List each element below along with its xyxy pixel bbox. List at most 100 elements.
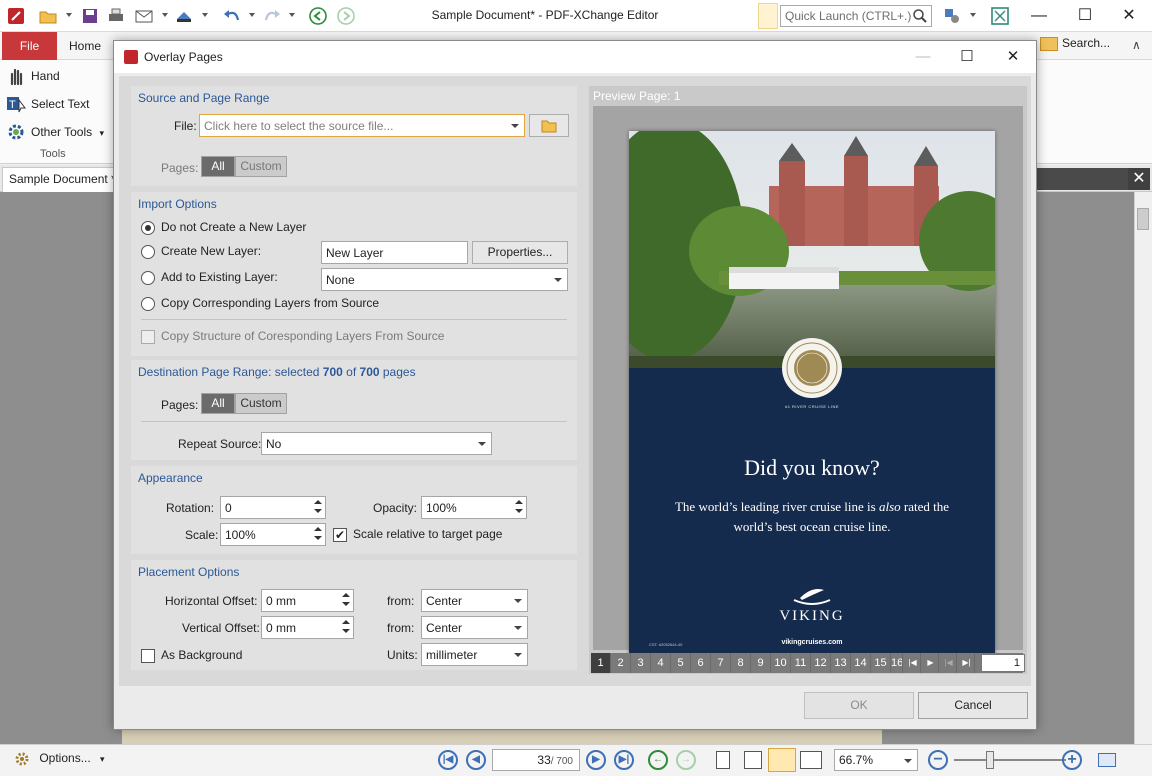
- fullscreen-icon[interactable]: [988, 5, 1012, 27]
- document-tab[interactable]: Sample Document *: [2, 167, 114, 192]
- settings-icon[interactable]: [940, 5, 964, 27]
- repeat-source-select[interactable]: No: [261, 432, 492, 455]
- next-page-icon[interactable]: ▶: [586, 750, 606, 770]
- destination-pages-all[interactable]: All: [201, 393, 235, 414]
- scrollbar-thumb[interactable]: [1137, 208, 1149, 230]
- maximize-button[interactable]: ☐: [1062, 0, 1108, 32]
- radio-add-existing-layer[interactable]: [141, 271, 155, 285]
- scale-input[interactable]: 100%: [220, 523, 326, 546]
- preview-page-input[interactable]: 1: [981, 654, 1025, 672]
- preview-page-button[interactable]: 13: [831, 653, 851, 673]
- ribbon-collapse-icon[interactable]: ∧: [1132, 38, 1141, 52]
- preview-page-button[interactable]: 12: [811, 653, 831, 673]
- zoom-select[interactable]: 66.7%: [834, 749, 918, 771]
- scale-relative-checkbox[interactable]: ✔: [333, 528, 347, 542]
- preview-page-button[interactable]: 15: [871, 653, 891, 673]
- facing-pages-icon[interactable]: [768, 748, 796, 772]
- select-text-button[interactable]: T Select Text: [4, 92, 89, 116]
- open-folder-icon[interactable]: [36, 5, 60, 27]
- email-icon[interactable]: [132, 5, 156, 27]
- first-page-icon[interactable]: |◀: [438, 750, 458, 770]
- zoom-out-icon[interactable]: −: [928, 750, 948, 770]
- close-document-button[interactable]: ✕: [1128, 168, 1150, 190]
- scale-spinner-icon[interactable]: [312, 525, 324, 544]
- v-offset-input[interactable]: 0 mm: [261, 616, 354, 639]
- preview-page-button[interactable]: 1: [591, 653, 611, 673]
- pager-skip-icon[interactable]: |◀: [941, 653, 957, 673]
- zoom-slider-knob[interactable]: [986, 751, 994, 769]
- last-page-icon[interactable]: ▶|: [614, 750, 634, 770]
- h-offset-spinner-icon[interactable]: [340, 591, 352, 610]
- hand-tool-button[interactable]: Hand: [4, 64, 60, 88]
- quick-launch-input[interactable]: Quick Launch (CTRL+.): [780, 5, 932, 27]
- source-file-combo[interactable]: Click here to select the source file...: [199, 114, 525, 137]
- page-number-input[interactable]: 33/ 700: [492, 749, 580, 771]
- email-dropdown-icon[interactable]: [162, 13, 168, 17]
- pager-first-icon[interactable]: |◀: [905, 653, 921, 673]
- rotation-input[interactable]: 0: [220, 496, 326, 519]
- minimize-button[interactable]: —: [1016, 0, 1062, 32]
- view-panel-icon[interactable]: [1098, 753, 1116, 767]
- tab-home[interactable]: Home: [62, 32, 108, 60]
- v-from-select[interactable]: Center: [421, 616, 528, 639]
- forward-nav-icon[interactable]: [334, 5, 358, 27]
- open-dropdown-icon[interactable]: [66, 13, 72, 17]
- undo-icon[interactable]: [220, 5, 244, 27]
- single-page-icon[interactable]: [716, 751, 730, 769]
- v-offset-spinner-icon[interactable]: [340, 618, 352, 637]
- h-offset-input[interactable]: 0 mm: [261, 589, 354, 612]
- copy-structure-checkbox[interactable]: [141, 330, 155, 344]
- preview-page-button[interactable]: 4: [651, 653, 671, 673]
- existing-layer-select[interactable]: None: [321, 268, 568, 291]
- preview-page-button[interactable]: 2: [611, 653, 631, 673]
- scan-dropdown-icon[interactable]: [202, 13, 208, 17]
- back-nav-icon[interactable]: [306, 5, 330, 27]
- preview-page-button[interactable]: 6: [691, 653, 711, 673]
- preview-page-button[interactable]: 3: [631, 653, 651, 673]
- pager-next-icon[interactable]: ▶: [923, 653, 939, 673]
- preview-page-button[interactable]: 10: [771, 653, 791, 673]
- opacity-spinner-icon[interactable]: [513, 498, 525, 517]
- radio-no-new-layer[interactable]: [141, 221, 155, 235]
- dialog-maximize-button[interactable]: ☐: [944, 41, 990, 73]
- units-select[interactable]: millimeter: [421, 643, 528, 666]
- rotation-spinner-icon[interactable]: [312, 498, 324, 517]
- other-tools-button[interactable]: Other Tools ▾: [4, 120, 104, 144]
- zoom-slider-track[interactable]: [954, 759, 1066, 761]
- browse-file-button[interactable]: [529, 114, 569, 137]
- zoom-in-icon[interactable]: +: [1062, 750, 1082, 770]
- vertical-scrollbar[interactable]: [1134, 192, 1152, 744]
- print-icon[interactable]: [104, 5, 128, 27]
- preview-page-button[interactable]: 16: [891, 653, 903, 673]
- preview-page-button[interactable]: 5: [671, 653, 691, 673]
- preview-page-button[interactable]: 11: [791, 653, 811, 673]
- new-layer-name-input[interactable]: New Layer: [321, 241, 468, 264]
- options-button[interactable]: Options... ▾: [14, 751, 105, 767]
- undo-dropdown-icon[interactable]: [249, 13, 255, 17]
- redo-icon[interactable]: [260, 5, 284, 27]
- dialog-minimize-button[interactable]: —: [900, 41, 946, 73]
- scan-icon[interactable]: [172, 5, 196, 27]
- tab-file[interactable]: File: [2, 32, 57, 60]
- save-icon[interactable]: [78, 5, 102, 27]
- preview-page-button[interactable]: 9: [751, 653, 771, 673]
- forward-view-icon[interactable]: →: [676, 750, 696, 770]
- back-view-icon[interactable]: ←: [648, 750, 668, 770]
- radio-create-new-layer[interactable]: [141, 245, 155, 259]
- opacity-input[interactable]: 100%: [421, 496, 527, 519]
- ok-button[interactable]: OK: [804, 692, 914, 719]
- pager-last-icon[interactable]: ▶|: [959, 653, 975, 673]
- close-button[interactable]: ✕: [1106, 0, 1152, 32]
- as-background-checkbox[interactable]: [141, 649, 155, 663]
- dialog-close-button[interactable]: ✕: [990, 41, 1036, 73]
- destination-pages-custom[interactable]: Custom: [235, 393, 287, 414]
- settings-dropdown-icon[interactable]: [970, 13, 976, 17]
- prev-page-icon[interactable]: ◀: [466, 750, 486, 770]
- continuous-page-icon[interactable]: [744, 751, 762, 769]
- quick-launch-tab[interactable]: [758, 3, 778, 29]
- preview-page-button[interactable]: 14: [851, 653, 871, 673]
- layer-properties-button[interactable]: Properties...: [472, 241, 568, 264]
- radio-copy-layers[interactable]: [141, 297, 155, 311]
- preview-page-button[interactable]: 8: [731, 653, 751, 673]
- redo-dropdown-icon[interactable]: [289, 13, 295, 17]
